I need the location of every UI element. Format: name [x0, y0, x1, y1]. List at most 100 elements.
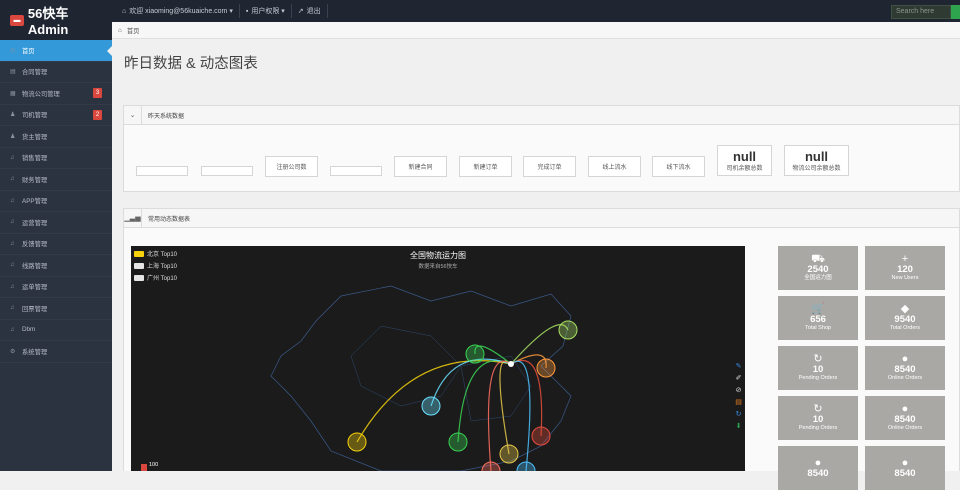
sidebar-item-label: 反馈管理	[22, 241, 48, 249]
tile-label: Pending Orders	[798, 425, 838, 431]
tile-value: 10	[812, 364, 824, 375]
sidebar-item-label: 销售管理	[22, 155, 48, 163]
sidebar-item[interactable]: ♫ 回票管理	[0, 298, 112, 320]
sidebar-item[interactable]: ◷ 首页	[0, 40, 112, 62]
sidebar-item[interactable]: ▤ 合同管理	[0, 62, 112, 83]
pencil-icon[interactable]: ✎	[734, 362, 743, 371]
stat-tile[interactable]: ↻ 10 Pending Orders	[778, 396, 858, 440]
search-input[interactable]: Search here	[891, 5, 951, 19]
brand-name: 56快车 Admin	[27, 6, 69, 37]
scale-handle[interactable]	[141, 464, 147, 471]
map-toolbox: ✎ ✐ ⊘ ▤ ↻ ⬇	[734, 362, 743, 431]
legend-item[interactable]: 广州 Top10	[134, 273, 177, 282]
city-node[interactable]	[481, 461, 501, 471]
sidebar-item[interactable]: ⚙ 系统管理	[0, 341, 112, 363]
search-button[interactable]	[951, 5, 960, 19]
city-node[interactable]	[558, 320, 578, 340]
brush-icon[interactable]: ✐	[734, 374, 743, 383]
sidebar-item-label: 合同管理	[22, 69, 48, 77]
bell-icon: ♫	[10, 326, 15, 333]
sidebar-item-label: 货主管理	[22, 133, 48, 141]
map-title: 全国物流运力图	[410, 251, 466, 260]
sidebar-item-label: 运营管理	[22, 219, 48, 227]
home-icon: ⌂	[122, 7, 127, 15]
city-node[interactable]	[421, 396, 441, 416]
map-subtitle: 数据来自56快车	[418, 264, 458, 270]
tile-label: Online Orders	[887, 425, 923, 431]
sidebar-item-label: APP管理	[22, 198, 48, 206]
sidebar-item[interactable]: ♫ 反馈管理	[0, 234, 112, 255]
city-node[interactable]	[465, 344, 485, 364]
legend-label: 北京 Top10	[147, 252, 178, 258]
sidebar-item[interactable]: ♫ 线路管理	[0, 255, 112, 277]
stat-tile[interactable]: ⛟ 2540 全国运力图	[778, 246, 858, 290]
tile-label: Online Orders	[887, 375, 923, 381]
sidebar-item[interactable]: ♫ 运单管理	[0, 277, 112, 298]
tile-value: 10	[812, 414, 824, 425]
top-nav: ⌂ 欢迎 xiaoming@56kuaiche.com ▾ ▪ 用户权限 ▾ ↗ 退出	[116, 4, 328, 18]
dashboard-icon: ◷	[10, 47, 16, 54]
legend-swatch	[134, 262, 144, 269]
sidebar-item-label: 首页	[22, 47, 35, 55]
stat-tile[interactable]: ◆ 9540 Total Orders	[865, 296, 945, 340]
map-canvas	[270, 285, 578, 471]
city-node[interactable]	[536, 358, 556, 378]
city-node[interactable]	[531, 426, 551, 446]
sidebar-item[interactable]: ♫ 财务管理	[0, 169, 112, 191]
stat-label: 司机余额总数	[726, 165, 763, 172]
breadcrumb-home[interactable]: 首页	[127, 26, 140, 35]
city-node[interactable]	[516, 461, 536, 471]
refresh-icon[interactable]: ↻	[734, 410, 743, 419]
tile-label: New Users	[891, 275, 919, 281]
data-view-icon[interactable]: ▤	[734, 398, 743, 407]
sidebar-item[interactable]: ♫ 销售管理	[0, 148, 112, 169]
legend-label: 上海 Top10	[147, 264, 178, 270]
chevron-down-icon[interactable]: ⌄	[124, 105, 142, 125]
welcome-menu[interactable]: ⌂ 欢迎 xiaoming@56kuaiche.com ▾	[116, 4, 240, 18]
stat-tile[interactable]: ● 8540	[778, 446, 858, 490]
legend-label: 广州 Top10	[147, 276, 178, 282]
sidebar-item[interactable]: ♫ 运营管理	[0, 212, 112, 234]
stat-tile[interactable]: 🛒 656 Total Shop	[778, 296, 858, 340]
stat-label: 完成订单	[537, 165, 562, 171]
tile-value: 120	[897, 264, 913, 275]
stat-tile[interactable]: ● 8540	[865, 446, 945, 490]
sidebar-item[interactable]: ▦ 物流公司管理 3	[0, 83, 112, 105]
sidebar-item[interactable]: ♫ Dbm	[0, 320, 112, 341]
flow-line	[457, 360, 512, 443]
stat-box: 线上流水	[588, 156, 641, 177]
sidebar-item[interactable]: ♟ 司机管理 2	[0, 105, 112, 126]
save-image-icon[interactable]: ⬇	[734, 422, 743, 431]
bar-chart-icon[interactable]: ▁▃▅	[124, 208, 142, 228]
settings-menu[interactable]: ▪ 用户权限 ▾	[240, 4, 292, 18]
stat-tile[interactable]: ● 8540 Online Orders	[865, 396, 945, 440]
eraser-icon[interactable]: ⊘	[734, 386, 743, 395]
legend-item[interactable]: 上海 Top10	[134, 261, 177, 270]
users-icon: ▪	[245, 7, 249, 15]
city-node[interactable]	[347, 432, 367, 452]
logout-link[interactable]: ↗ 退出	[292, 4, 328, 18]
bell-icon: ♫	[10, 262, 15, 269]
logistics-map[interactable]: 全国物流运力图 数据来自56快车 北京 Top10 上海 Top10 广州 Top1…	[131, 246, 745, 471]
user-icon: ♟	[10, 133, 16, 140]
stat-label: 新建合同	[408, 165, 433, 171]
stat-box: 完成订单	[523, 156, 576, 177]
bell-icon: ♫	[10, 305, 15, 312]
source-node[interactable]	[508, 361, 514, 367]
stat-tile[interactable]: ● 8540 Online Orders	[865, 346, 945, 390]
tile-label: 全国运力图	[804, 275, 832, 281]
brand[interactable]: ▬ 56快车 Admin	[0, 0, 112, 40]
stat-box	[136, 166, 188, 176]
stat-tile[interactable]: +120 New Users	[865, 246, 945, 290]
user-icon: ♟	[10, 112, 16, 119]
welcome-label: 欢迎 xiaoming@56kuaiche.com ▾	[129, 8, 233, 15]
stat-tile[interactable]: ↻ 10 Pending Orders	[778, 346, 858, 390]
scale-label: 100	[149, 462, 159, 468]
tile-label: Total Orders	[890, 325, 920, 331]
city-node[interactable]	[448, 432, 468, 452]
sidebar-item-label: 系统管理	[22, 348, 48, 356]
legend-item[interactable]: 北京 Top10	[134, 249, 177, 258]
city-node[interactable]	[499, 444, 519, 464]
sidebar-item[interactable]: ♫ APP管理	[0, 191, 112, 212]
sidebar-item[interactable]: ♟ 货主管理	[0, 126, 112, 148]
